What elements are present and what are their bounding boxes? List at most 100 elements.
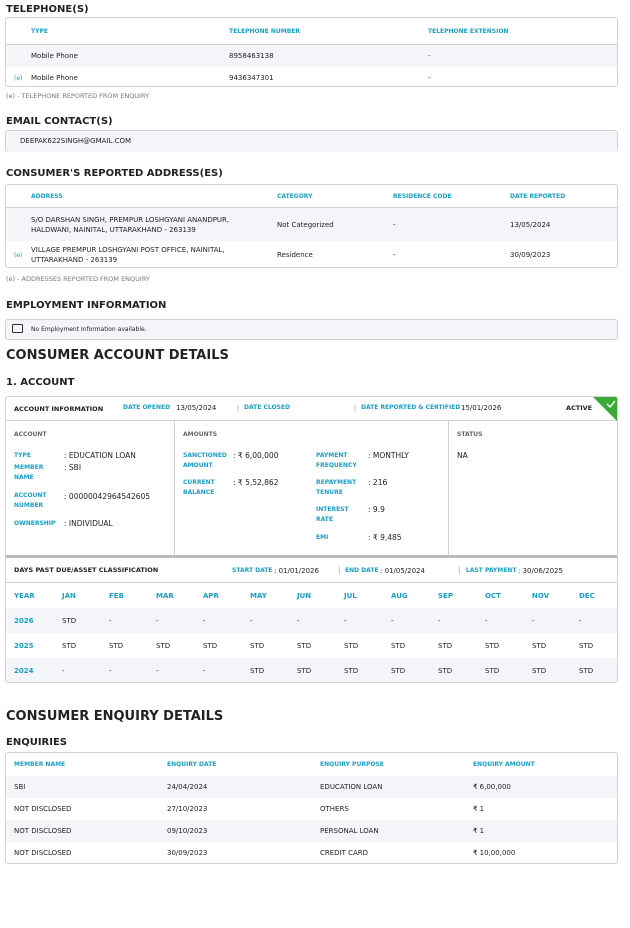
dpd-cell: - <box>579 616 582 625</box>
enquiry-cell: ₹ 1 <box>473 827 485 835</box>
address-residence-code: - <box>393 251 396 259</box>
account-info-label: ACCOUNT INFORMATION <box>14 405 104 413</box>
dpd-cell: - <box>344 616 347 625</box>
month-oct: OCT <box>485 591 501 600</box>
enquiry-cell: PERSONAL LOAN <box>320 827 379 835</box>
year-label: 2025 <box>14 641 34 650</box>
enquiry-col-0: MEMBER NAME <box>14 761 66 768</box>
address-category: Residence <box>277 251 313 259</box>
emi-label: EMI <box>316 534 329 541</box>
dpd-cell: STD <box>485 641 500 650</box>
account-heading: ACCOUNT <box>14 431 47 438</box>
enquiry-cell: 24/04/2024 <box>167 783 208 791</box>
dpd-cell: STD <box>438 641 453 650</box>
end-date: : 01/05/2024 <box>380 567 425 575</box>
phone-extension: - <box>428 52 431 60</box>
month-year: YEAR <box>14 591 35 600</box>
dpd-cell: - <box>62 666 65 675</box>
date-opened: 13/05/2024 <box>176 404 217 412</box>
month-sep: SEP <box>438 591 453 600</box>
table-row: S/O DARSHAN SINGH, PREMPUR LOSHGYANI ANA… <box>6 208 617 241</box>
dpd-cell: STD <box>532 641 547 650</box>
dpd-cell: STD <box>391 666 406 675</box>
ownership-value: : INDIVIDUAL <box>64 519 113 528</box>
dpd-cell: - <box>391 616 394 625</box>
table-row: SBI 24/04/2024 EDUCATION LOAN ₹ 6,00,000 <box>6 776 617 798</box>
dpd-cell: STD <box>62 641 77 650</box>
dpd-cell: - <box>156 616 159 625</box>
employment-title: EMPLOYMENT INFORMATION <box>6 300 167 311</box>
member-label: MEMBER NAME <box>14 464 44 481</box>
enquiry-cell: NOT DISCLOSED <box>14 805 72 813</box>
date-reported: 15/01/2026 <box>461 404 502 412</box>
dpd-cell: STD <box>250 666 265 675</box>
emi-value: : ₹ 9,485 <box>368 533 402 542</box>
table-row: Mobile Phone 8958463138 - <box>6 45 617 67</box>
dpd-cell: STD <box>344 641 359 650</box>
address-text: S/O DARSHAN SINGH, PREMPUR LOSHGYANI ANA… <box>31 215 230 234</box>
enquiry-cell: 27/10/2023 <box>167 805 208 813</box>
dpd-cell: STD <box>62 616 77 625</box>
employment-message: No Employment Information available. <box>31 326 147 333</box>
dpd-cell: - <box>438 616 441 625</box>
col-residence-code: RESIDENCE CODE <box>393 192 452 200</box>
phone-number: 9436347301 <box>229 74 274 82</box>
enquiry-cell: OTHERS <box>320 805 349 813</box>
email-box: DEEPAK622SINGH@GMAIL.COM <box>5 130 618 152</box>
account-card: ACCOUNT INFORMATION DATE OPENED 13/05/20… <box>5 396 618 683</box>
check-icon <box>593 397 617 421</box>
dpd-year-row: 2025 STD STD STD STD STD STD STD STD STD STD STD STD <box>6 633 617 658</box>
col-address: ADDRESS <box>31 192 63 200</box>
month-feb: FEB <box>109 591 124 600</box>
month-nov: NOV <box>532 591 550 600</box>
status-section: STATUS NA <box>449 421 617 555</box>
tenure-label: REPAYMENT TENURE <box>316 479 357 496</box>
dpd-year-row: 2026 STD - - - - - - - - - - - <box>6 608 617 633</box>
enquiry-cell: NOT DISCLOSED <box>14 849 72 857</box>
balance-value: : ₹ 5,52,862 <box>233 478 279 487</box>
enquiry-cell: EDUCATION LOAN <box>320 783 383 791</box>
col-number: TELEPHONE NUMBER <box>229 27 300 35</box>
enquiry-cell: ₹ 6,00,000 <box>473 783 511 791</box>
address-residence-code: - <box>393 220 396 229</box>
dpd-cell: STD <box>344 666 359 675</box>
telephones-footnote: (e) - TELEPHONE REPORTED FROM ENQUIRY <box>6 92 150 100</box>
ownership-label: OWNERSHIP <box>14 520 56 527</box>
email-value[interactable]: DEEPAK622SINGH@GMAIL.COM <box>20 137 131 145</box>
col-type: TYPE <box>31 27 48 35</box>
dpd-cell: - <box>297 616 300 625</box>
tenure-value: : 216 <box>368 478 388 487</box>
table-row: NOT DISCLOSED 09/10/2023 PERSONAL LOAN ₹ 1 <box>6 820 617 842</box>
dpd-cell: STD <box>579 641 594 650</box>
table-row: NOT DISCLOSED 30/09/2023 CREDIT CARD ₹ 10,0… <box>6 842 617 864</box>
dpd-cell: STD <box>156 641 171 650</box>
enquiry-cell: NOT DISCLOSED <box>14 827 72 835</box>
last-payment-label: LAST PAYMENT <box>466 567 517 574</box>
month-apr: APR <box>203 591 219 600</box>
account-section: ACCOUNT TYPE : EDUCATION LOAN MEMBER NAM… <box>6 421 175 555</box>
dpd-cell: STD <box>297 641 312 650</box>
month-jan: JAN <box>62 591 76 600</box>
end-date-label: END DATE <box>345 567 379 574</box>
account-number-label: ACCOUNT NUMBER <box>14 492 47 509</box>
dpd-label: DAYS PAST DUE/ASSET CLASSIFICATION <box>14 566 159 574</box>
member-value: : SBI <box>64 463 82 472</box>
type-label: TYPE <box>14 452 31 459</box>
addresses-title: CONSUMER'S REPORTED ADDRESS(ES) <box>6 168 223 179</box>
dpd-cell: STD <box>532 666 547 675</box>
table-row: (e) VILLAGE PREMPUR LOSHGYANI POST OFFICE… <box>6 241 617 269</box>
enquiry-cell: 09/10/2023 <box>167 827 208 835</box>
account-details-title: CONSUMER ACCOUNT DETAILS <box>6 348 229 363</box>
enquiry-cell: SBI <box>14 783 26 791</box>
date-closed-label: DATE CLOSED <box>244 404 290 411</box>
table-row: NOT DISCLOSED 27/10/2023 OTHERS ₹ 1 <box>6 798 617 820</box>
address-text: VILLAGE PREMPUR LOSHGYANI POST OFFICE, N… <box>31 246 225 264</box>
phone-number: 8958463138 <box>229 52 274 60</box>
sanctioned-value: : ₹ 6,00,000 <box>233 451 279 460</box>
enquiry-col-2: ENQUIRY PURPOSE <box>320 761 384 768</box>
rate-value: : 9.9 <box>368 505 385 514</box>
col-date-reported: DATE REPORTED <box>510 192 566 200</box>
dpd-cell: - <box>109 616 112 625</box>
dpd-cell: - <box>109 666 112 675</box>
phone-extension: - <box>428 74 431 82</box>
